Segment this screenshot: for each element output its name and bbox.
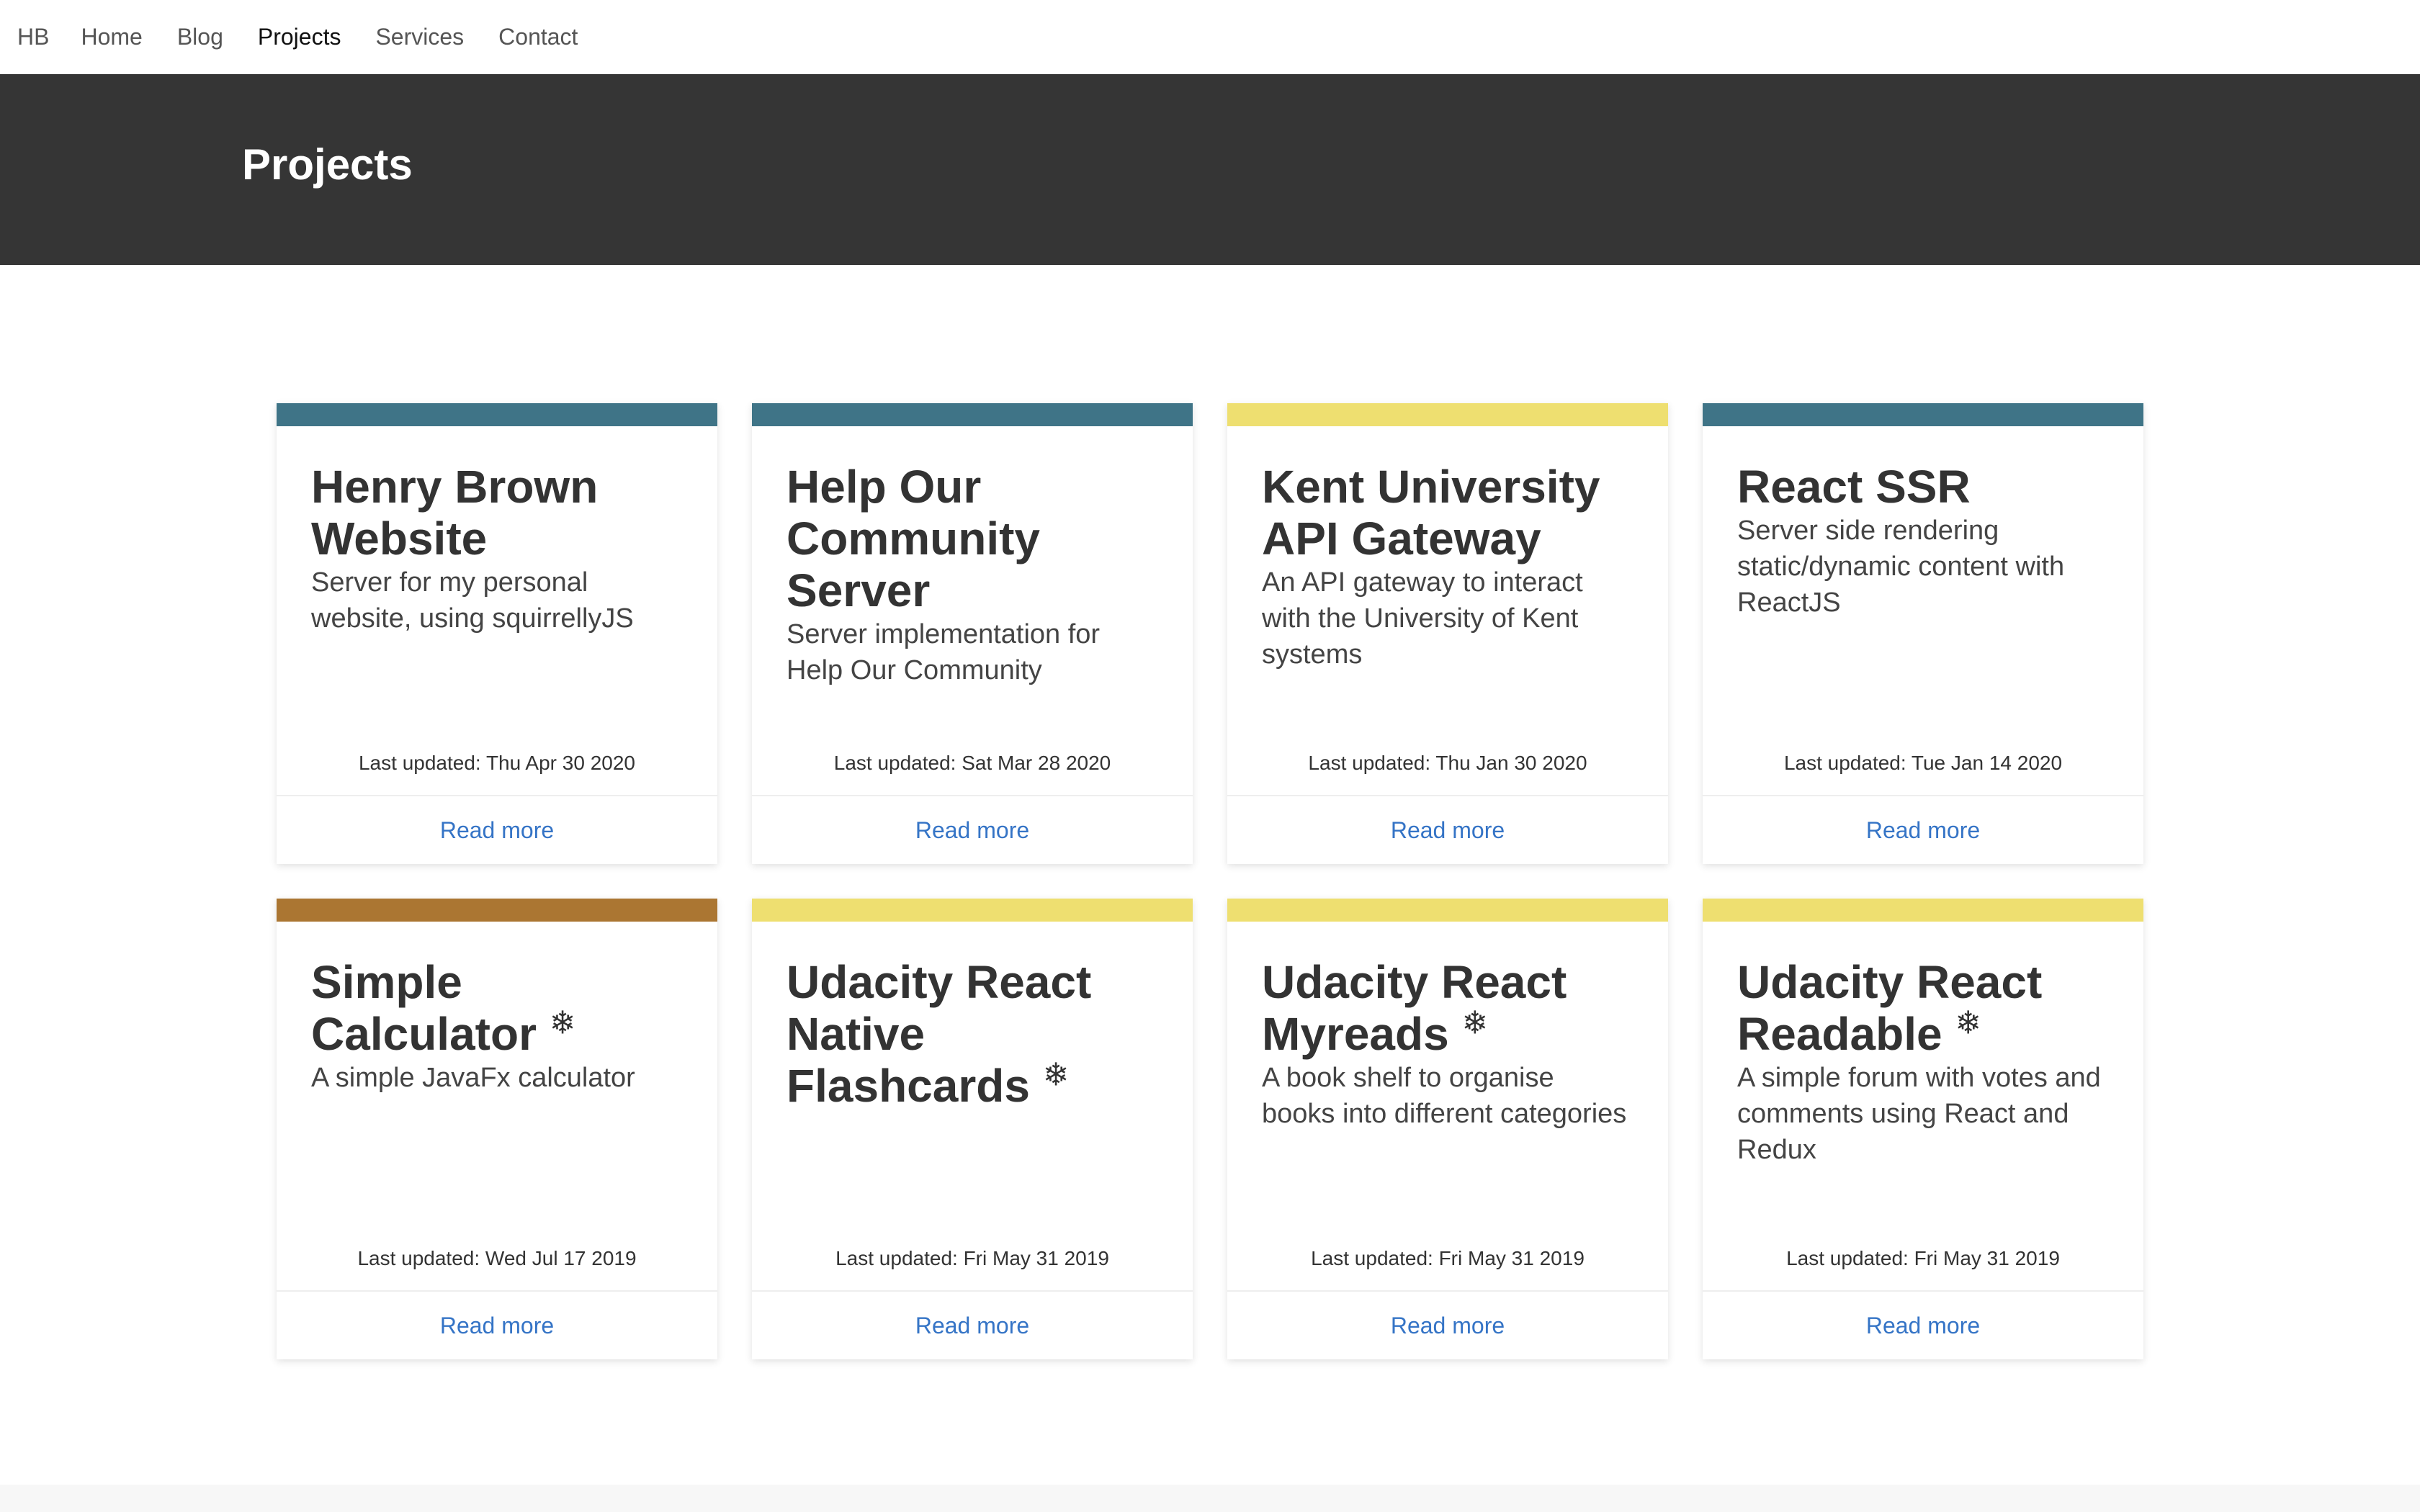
project-card: Kent University API Gateway An API gatew… — [1227, 403, 1668, 864]
read-more-link[interactable]: Read more — [1866, 817, 1980, 844]
card-footer: Read more — [1703, 795, 2143, 864]
projects-grid: Henry Brown Website Server for my person… — [277, 403, 2143, 1359]
read-more-link[interactable]: Read more — [1391, 817, 1505, 844]
read-more-link[interactable]: Read more — [1391, 1313, 1505, 1339]
project-card: Udacity React Myreads ❄ A book shelf to … — [1227, 899, 1668, 1359]
project-description: Server for my personal website, using sq… — [311, 567, 634, 634]
card-body: React SSR Server side rendering static/d… — [1703, 426, 2143, 621]
snowflake-icon: ❄ — [1042, 1056, 1070, 1094]
card-body: Henry Brown Website Server for my person… — [277, 426, 717, 636]
project-description: Server side rendering static/dynamic con… — [1737, 516, 2065, 618]
project-title: Udacity React Native Flashcards ❄ — [786, 956, 1092, 1112]
snowflake-icon: ❄ — [1955, 1004, 1982, 1042]
card-footer: Read more — [277, 1290, 717, 1359]
project-title: Kent University API Gateway — [1262, 461, 1600, 564]
nav-item-services[interactable]: Services — [375, 24, 464, 50]
read-more-link[interactable]: Read more — [440, 817, 554, 844]
last-updated: Last updated: Thu Jan 30 2020 — [1308, 752, 1587, 774]
top-navbar: HB Home Blog Projects Services Contact — [0, 0, 2420, 74]
last-updated: Last updated: Fri May 31 2019 — [1786, 1247, 2060, 1269]
project-title: Help Our Community Server — [786, 461, 1040, 616]
nav-item-projects[interactable]: Projects — [258, 24, 341, 50]
card-footer: Read more — [277, 795, 717, 864]
card-body: Udacity React Native Flashcards ❄ — [752, 922, 1193, 1112]
project-card: React SSR Server side rendering static/d… — [1703, 403, 2143, 864]
card-body: Help Our Community Server Server impleme… — [752, 426, 1193, 688]
project-title: Udacity React Myreads ❄ — [1262, 956, 1567, 1060]
project-description: Server implementation for Help Our Commu… — [786, 619, 1101, 685]
project-card: Help Our Community Server Server impleme… — [752, 403, 1193, 864]
read-more-link[interactable]: Read more — [440, 1313, 554, 1339]
nav-item-blog[interactable]: Blog — [177, 24, 223, 50]
last-updated: Last updated: Sat Mar 28 2020 — [833, 752, 1111, 774]
project-title: Simple Calculator ❄ — [311, 956, 576, 1060]
project-description: A simple forum with votes and comments u… — [1737, 1063, 2101, 1165]
project-title: React SSR — [1737, 461, 1971, 513]
last-updated: Last updated: Fri May 31 2019 — [835, 1247, 1109, 1269]
project-card: Henry Brown Website Server for my person… — [277, 403, 717, 864]
project-description: An API gateway to interact with the Univ… — [1262, 567, 1583, 670]
last-updated: Last updated: Wed Jul 17 2019 — [357, 1247, 637, 1269]
page-header: Projects — [0, 74, 2420, 265]
read-more-link[interactable]: Read more — [915, 1313, 1029, 1339]
footer-strip — [0, 1485, 2420, 1512]
card-footer: Read more — [1227, 795, 1668, 864]
card-body: Udacity React Readable ❄ A simple forum … — [1703, 922, 2143, 1168]
project-card: Simple Calculator ❄ A simple JavaFx calc… — [277, 899, 717, 1359]
project-description: A simple JavaFx calculator — [311, 1063, 635, 1093]
project-card: Udacity React Readable ❄ A simple forum … — [1703, 899, 2143, 1359]
nav-brand[interactable]: HB — [17, 24, 49, 50]
page-title: Projects — [242, 140, 413, 189]
last-updated: Last updated: Thu Apr 30 2020 — [358, 752, 635, 774]
card-footer: Read more — [752, 795, 1193, 864]
project-description: A book shelf to organise books into diff… — [1262, 1063, 1627, 1129]
project-card: Udacity React Native Flashcards ❄ Last u… — [752, 899, 1193, 1359]
nav-item-home[interactable]: Home — [81, 24, 142, 50]
snowflake-icon: ❄ — [549, 1004, 576, 1042]
last-updated: Last updated: Fri May 31 2019 — [1311, 1247, 1585, 1269]
project-title: Henry Brown Website — [311, 461, 599, 564]
read-more-link[interactable]: Read more — [1866, 1313, 1980, 1339]
project-title: Udacity React Readable ❄ — [1737, 956, 2043, 1060]
snowflake-icon: ❄ — [1461, 1004, 1489, 1042]
card-body: Udacity React Myreads ❄ A book shelf to … — [1227, 922, 1668, 1132]
read-more-link[interactable]: Read more — [915, 817, 1029, 844]
last-updated: Last updated: Tue Jan 14 2020 — [1783, 752, 2063, 774]
card-body: Kent University API Gateway An API gatew… — [1227, 426, 1668, 672]
card-body: Simple Calculator ❄ A simple JavaFx calc… — [277, 922, 717, 1096]
card-footer: Read more — [1703, 1290, 2143, 1359]
card-footer: Read more — [752, 1290, 1193, 1359]
card-footer: Read more — [1227, 1290, 1668, 1359]
nav-item-contact[interactable]: Contact — [498, 24, 578, 50]
